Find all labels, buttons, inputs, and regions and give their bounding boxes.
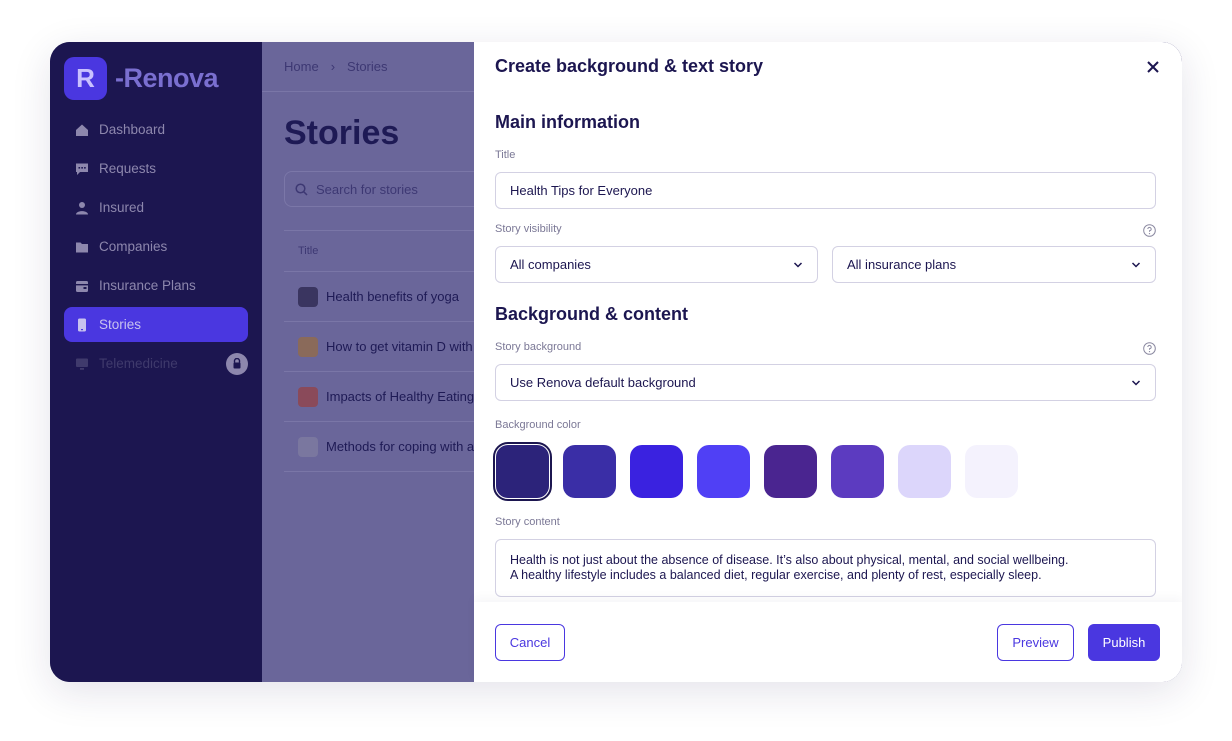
story-content-label: Story content bbox=[495, 516, 560, 528]
color-swatch[interactable] bbox=[965, 445, 1018, 498]
section-title-main-information: Main information bbox=[495, 112, 640, 132]
close-icon[interactable] bbox=[1144, 58, 1162, 76]
story-visibility-label: Story visibility bbox=[495, 223, 562, 235]
story-title: Health benefits of yoga bbox=[326, 289, 459, 304]
sidebar-item-label: Stories bbox=[99, 317, 142, 332]
story-title: Methods for coping with a bbox=[326, 439, 475, 454]
story-thumbnail bbox=[298, 436, 318, 457]
story-thumbnail bbox=[298, 286, 318, 307]
companies-select[interactable]: All companies bbox=[495, 246, 818, 283]
modal-footer: Cancel Preview Publish bbox=[474, 602, 1182, 682]
story-background-label: Story background bbox=[495, 341, 582, 353]
help-icon[interactable] bbox=[1143, 342, 1156, 355]
chat-icon bbox=[75, 162, 89, 176]
insurance-plans-value: All insurance plans bbox=[847, 257, 957, 272]
publish-button[interactable]: Publish bbox=[1088, 624, 1160, 661]
color-swatch[interactable] bbox=[697, 445, 750, 498]
story-background-select[interactable]: Use Renova default background bbox=[495, 364, 1156, 401]
modal-title: Create background & text story bbox=[495, 56, 764, 76]
home-icon bbox=[75, 123, 89, 137]
logo-mark: R bbox=[64, 56, 107, 100]
chevron-down-icon bbox=[1131, 380, 1141, 386]
logo: R -Renova bbox=[64, 56, 219, 100]
background-color-label: Background color bbox=[495, 419, 581, 431]
story-thumbnail bbox=[298, 386, 318, 407]
story-content-textarea[interactable]: Health is not just about the absence of … bbox=[495, 539, 1156, 597]
sidebar-item-label: Insured bbox=[99, 200, 145, 215]
sidebar-item-stories[interactable]: Stories bbox=[64, 307, 248, 342]
sidebar-item-label: Dashboard bbox=[99, 122, 166, 137]
breadcrumb-home[interactable]: Home bbox=[284, 59, 319, 74]
chevron-down-icon bbox=[1131, 262, 1141, 268]
story-content-line: A healthy lifestyle includes a balanced … bbox=[510, 567, 1042, 582]
search-icon bbox=[295, 182, 308, 196]
sidebar-item-label: Telemedicine bbox=[99, 356, 178, 371]
sidebar-item-telemedicine: Telemedicine bbox=[64, 346, 248, 381]
story-title: How to get vitamin D with bbox=[326, 339, 473, 354]
color-swatch[interactable] bbox=[831, 445, 884, 498]
chevron-right-icon: › bbox=[330, 59, 336, 74]
phone-icon bbox=[75, 318, 89, 332]
app-window: R -Renova Dashboard Requests Insured Com… bbox=[50, 42, 1182, 682]
sidebar-item-companies[interactable]: Companies bbox=[64, 229, 248, 264]
title-value: Health Tips for Everyone bbox=[510, 183, 653, 198]
sidebar-item-requests[interactable]: Requests bbox=[64, 151, 248, 186]
breadcrumb-current: Stories bbox=[347, 59, 388, 74]
sidebar-item-dashboard[interactable]: Dashboard bbox=[64, 112, 248, 147]
preview-button[interactable]: Preview bbox=[997, 624, 1074, 661]
title-input[interactable]: Health Tips for Everyone bbox=[495, 172, 1156, 209]
brand-name: -Renova bbox=[115, 62, 219, 93]
companies-value: All companies bbox=[510, 257, 591, 272]
cancel-button[interactable]: Cancel bbox=[495, 624, 565, 661]
chevron-down-icon bbox=[793, 262, 803, 268]
lock-icon bbox=[226, 352, 248, 375]
folder-icon bbox=[75, 240, 89, 254]
story-content-line: Health is not just about the absence of … bbox=[510, 553, 1069, 567]
sidebar: R -Renova Dashboard Requests Insured Com… bbox=[50, 42, 262, 682]
sidebar-item-insurance-plans[interactable]: Insurance Plans bbox=[64, 268, 248, 303]
sidebar-item-label: Insurance Plans bbox=[99, 278, 196, 293]
search-placeholder: Search for stories bbox=[316, 181, 418, 197]
insurance-plans-select[interactable]: All insurance plans bbox=[832, 246, 1156, 283]
wallet-icon bbox=[75, 279, 89, 293]
page-title: Stories bbox=[284, 114, 400, 152]
color-swatch[interactable] bbox=[898, 445, 951, 498]
section-title-background-content: Background & content bbox=[495, 304, 689, 324]
story-title: Impacts of Healthy Eating bbox=[326, 389, 475, 404]
create-story-panel: Create background & text story Main info… bbox=[474, 42, 1182, 682]
story-thumbnail bbox=[298, 336, 318, 357]
title-label: Title bbox=[495, 149, 516, 161]
color-swatch[interactable] bbox=[630, 445, 683, 498]
color-swatch[interactable] bbox=[563, 445, 616, 498]
sidebar-item-label: Requests bbox=[99, 161, 157, 176]
story-background-value: Use Renova default background bbox=[510, 375, 696, 390]
user-icon bbox=[75, 201, 89, 215]
help-icon[interactable] bbox=[1143, 224, 1156, 237]
color-swatch[interactable] bbox=[493, 442, 552, 501]
monitor-icon bbox=[75, 357, 89, 371]
sidebar-item-insured[interactable]: Insured bbox=[64, 190, 248, 225]
color-swatch[interactable] bbox=[764, 445, 817, 498]
sidebar-item-label: Companies bbox=[99, 239, 168, 254]
sidebar-nav: Dashboard Requests Insured Companies Ins… bbox=[64, 112, 248, 385]
